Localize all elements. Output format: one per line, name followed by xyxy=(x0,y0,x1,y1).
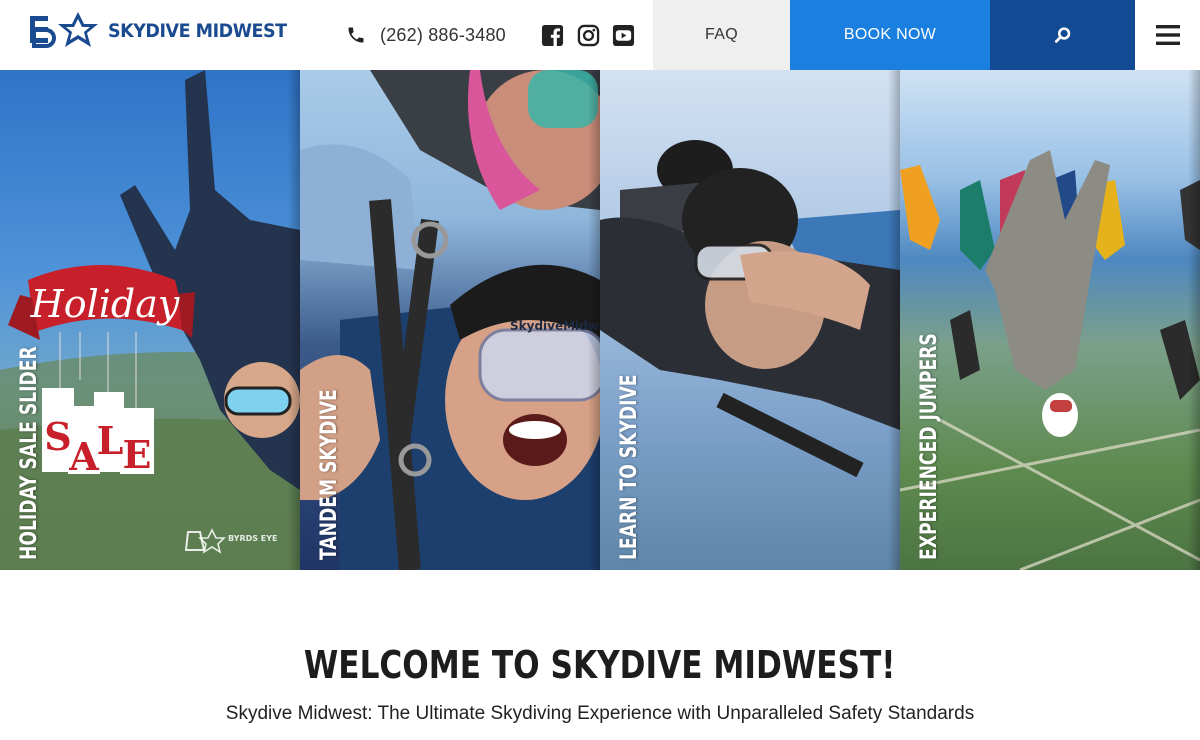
formation-jumpers-photo xyxy=(900,150,1200,570)
svg-text:L: L xyxy=(97,418,124,463)
svg-text:A: A xyxy=(68,434,99,479)
goggle-strap-text: SkydiveMidwest.c xyxy=(510,319,600,333)
site-header: SKYDIVE MIDWEST (262) 886-3480 FAQ BOOK … xyxy=(0,0,1200,70)
phone-number: (262) 886-3480 xyxy=(380,24,506,45)
tandem-skydivers-photo: SkydiveMidwest.c xyxy=(300,70,600,570)
hero-panels: Holiday S A L E BYRDS EYE HOLIDAY SALE S… xyxy=(0,70,1200,570)
hamburger-menu-button[interactable] xyxy=(1135,0,1200,70)
svg-text:E: E xyxy=(123,432,152,477)
search-button[interactable] xyxy=(990,0,1135,70)
hero-panel-learn-to-skydive[interactable]: LEARN TO SKYDIVE xyxy=(600,70,900,570)
byrds-eye-watermark: BYRDS EYE xyxy=(228,534,278,543)
holiday-skydiver-photo: Holiday S A L E BYRDS EYE xyxy=(0,70,300,570)
youtube-icon xyxy=(612,24,635,46)
panel-title: HOLIDAY SALE SLIDER xyxy=(17,346,42,560)
youtube-link[interactable] xyxy=(612,22,635,48)
learn-skydiver-photo xyxy=(600,140,900,478)
facebook-icon xyxy=(541,24,564,46)
welcome-heading: WELCOME TO SKYDIVE MIDWEST! xyxy=(304,643,896,687)
logo-mark-icon xyxy=(30,12,98,48)
logo-text: SKYDIVE MIDWEST xyxy=(108,20,287,42)
book-now-button[interactable]: BOOK NOW xyxy=(790,0,990,70)
instagram-icon xyxy=(577,24,600,46)
phone-icon xyxy=(348,27,364,43)
instagram-link[interactable] xyxy=(577,22,600,48)
search-icon xyxy=(1054,27,1070,43)
hero-panel-tandem-skydive[interactable]: SkydiveMidwest.c TANDEM SKYDIVE xyxy=(300,70,600,570)
welcome-subtitle: Skydive Midwest: The Ultimate Skydiving … xyxy=(225,703,975,724)
holiday-script-text: Holiday xyxy=(30,282,180,326)
hamburger-menu-icon xyxy=(1155,25,1180,45)
panel-title: LEARN TO SKYDIVE xyxy=(617,374,642,560)
site-logo[interactable]: SKYDIVE MIDWEST xyxy=(28,10,302,52)
nav-faq[interactable]: FAQ xyxy=(653,0,790,70)
svg-text:S: S xyxy=(44,414,71,459)
hero-panel-experienced-jumpers[interactable]: EXPERIENCED JUMPERS xyxy=(900,70,1200,570)
panel-title: TANDEM SKYDIVE xyxy=(317,389,342,560)
facebook-link[interactable] xyxy=(541,22,564,48)
phone-link[interactable]: (262) 886-3480 xyxy=(346,22,506,48)
hero-panel-holiday-sale[interactable]: Holiday S A L E BYRDS EYE HOLIDAY SALE S… xyxy=(0,70,300,570)
panel-title: EXPERIENCED JUMPERS xyxy=(917,333,942,560)
